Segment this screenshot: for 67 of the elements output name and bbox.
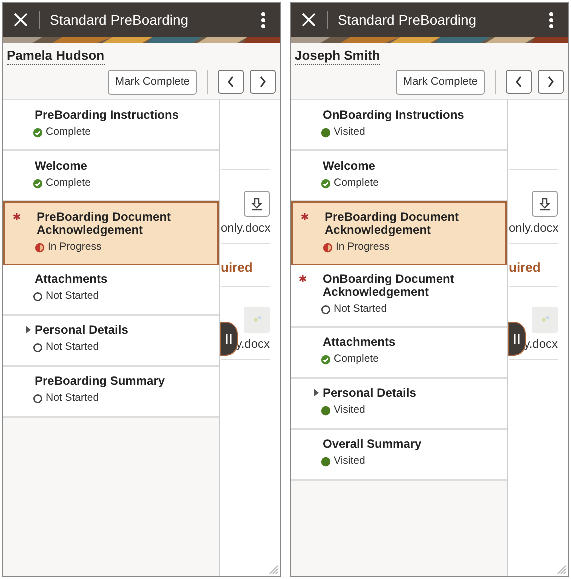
pause-bars-icon xyxy=(226,334,232,344)
person-name[interactable]: Joseph Smith xyxy=(295,48,380,65)
step-title: Welcome xyxy=(323,160,376,173)
step-status: Complete xyxy=(334,176,379,191)
step-title: OnBoarding Document Acknowledgement xyxy=(323,272,456,299)
step-item[interactable]: Personal Details Visited xyxy=(291,378,507,430)
step-status: Complete xyxy=(334,352,379,368)
step-item[interactable]: Overall Summary Visited xyxy=(291,430,507,480)
step-item[interactable]: PreBoarding Instructions Complete xyxy=(3,100,219,151)
step-status: Visited xyxy=(334,454,366,470)
download-button[interactable] xyxy=(532,191,558,217)
panel-collapse-handle[interactable] xyxy=(220,322,238,356)
step-status: In Progress xyxy=(48,240,102,255)
next-button[interactable] xyxy=(538,70,564,94)
close-icon xyxy=(301,12,317,28)
previous-button[interactable] xyxy=(506,70,532,94)
step-item[interactable]: PreBoarding Document Acknowledgement In Progress xyxy=(291,201,507,266)
step-title: Overall Summary xyxy=(323,438,422,452)
step-item[interactable]: Welcome Complete xyxy=(3,151,219,202)
window-title: Standard PreBoarding xyxy=(338,10,478,30)
step-status: Visited xyxy=(334,124,366,140)
step-title: PreBoarding Document Acknowledgement xyxy=(37,211,172,237)
resize-grip-icon xyxy=(269,565,279,575)
resize-grip-icon xyxy=(557,565,567,575)
more-options-icon xyxy=(261,12,266,28)
step-status: Not Started xyxy=(46,391,100,406)
step-title: Personal Details xyxy=(323,387,416,400)
window-title: Standard PreBoarding xyxy=(50,10,190,30)
step-status: Not Started xyxy=(46,340,100,356)
download-icon xyxy=(251,198,263,210)
close-icon xyxy=(13,12,29,28)
download-icon xyxy=(539,198,551,210)
mark-complete-button[interactable]: Mark Complete xyxy=(108,70,197,94)
step-title: Attachments xyxy=(35,273,108,286)
step-item[interactable]: Attachments Not Started xyxy=(3,264,219,316)
file-name: only.docx xyxy=(509,220,558,237)
file-name: only.docx xyxy=(221,220,270,237)
download-button[interactable] xyxy=(244,191,270,217)
step-status: Complete xyxy=(46,176,91,191)
next-button[interactable] xyxy=(250,70,276,94)
section-heading: uired xyxy=(221,259,254,277)
panel-collapse-handle[interactable] xyxy=(508,322,526,356)
step-title: PreBoarding Instructions xyxy=(35,108,180,122)
step-status: Complete xyxy=(46,124,91,140)
step-item[interactable]: Welcome Complete xyxy=(291,151,507,202)
more-options-icon xyxy=(549,12,554,28)
step-title: OnBoarding Instructions xyxy=(323,108,464,122)
step-title: Welcome xyxy=(35,160,88,173)
step-item[interactable]: OnBoarding Instructions Visited xyxy=(291,100,507,151)
step-status: Visited xyxy=(334,403,366,418)
step-item[interactable]: Attachments Complete xyxy=(291,328,507,378)
step-title: PreBoarding Summary xyxy=(35,375,166,388)
step-title: PreBoarding Document Acknowledgement xyxy=(325,211,460,237)
section-heading: uired xyxy=(509,259,542,277)
pause-bars-icon xyxy=(514,334,520,344)
step-item[interactable]: PreBoarding Summary Not Started xyxy=(3,366,219,418)
step-title: Attachments xyxy=(323,336,396,350)
step-item[interactable]: PreBoarding Document Acknowledgement In Progress xyxy=(3,201,219,266)
mark-complete-button[interactable]: Mark Complete xyxy=(396,70,485,94)
step-status: Not Started xyxy=(46,289,100,304)
step-title: Personal Details xyxy=(35,324,128,338)
person-name[interactable]: Pamela Hudson xyxy=(7,48,105,65)
step-status: Not Started xyxy=(334,302,388,317)
step-item[interactable]: OnBoarding Document Acknowledgement Not Started xyxy=(291,264,507,328)
previous-button[interactable] xyxy=(218,70,244,94)
step-item[interactable]: Personal Details Not Started xyxy=(3,316,219,367)
step-status: In Progress xyxy=(336,240,390,255)
